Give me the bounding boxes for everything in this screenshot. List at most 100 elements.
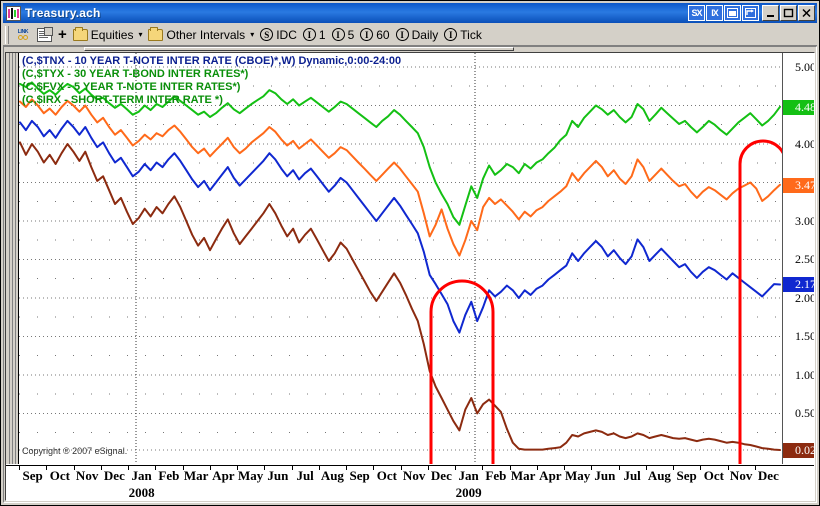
- idc-label: IDC: [276, 27, 297, 42]
- date-axis-month: Sep: [349, 468, 370, 483]
- link-button[interactable]: LINK: [12, 25, 34, 45]
- circle-i-icon: I: [360, 28, 374, 41]
- date-axis-tick: [400, 466, 402, 470]
- date-axis-tick: [645, 466, 647, 470]
- price-tag-tnx: 3.470: [783, 177, 814, 193]
- price-axis-tick: 5.000: [795, 60, 814, 74]
- date-axis-tick: [536, 466, 538, 470]
- date-axis-month: Apr: [212, 468, 235, 483]
- other-intervals-dropdown[interactable]: Other Intervals ▾: [145, 25, 257, 45]
- chart-candlestick-icon: [6, 5, 21, 21]
- date-axis-tick: [754, 466, 756, 470]
- ix-button[interactable]: IX: [706, 5, 723, 21]
- date-axis-tick: [564, 466, 565, 470]
- date-axis-tick: [100, 466, 102, 470]
- date-axis-month: Dec: [757, 468, 779, 483]
- price-tag-irx: 0.025: [783, 443, 814, 458]
- date-axis-month: May: [564, 468, 591, 483]
- interval-5-button[interactable]: I 5: [329, 25, 358, 45]
- idc-button[interactable]: S IDC: [257, 25, 300, 45]
- highlight-oval-left: [429, 279, 495, 464]
- date-axis-month: Oct: [703, 468, 724, 483]
- price-axis-tick: 4.000: [795, 136, 814, 151]
- date-axis-year: 2009: [455, 485, 482, 500]
- equities-label: Equities: [90, 27, 134, 42]
- interval-60-label: 60: [376, 27, 390, 42]
- date-axis-month: Jun: [594, 468, 616, 483]
- price-axis[interactable]: 5.000 4.000 3.000 2.500 2.000 1.500 1.000 0.500…: [782, 53, 814, 464]
- date-axis-month: Mar: [510, 468, 536, 483]
- window-title: Treasury.ach: [25, 6, 101, 20]
- chart-svg: [19, 53, 782, 464]
- chevron-down-icon: ▾: [250, 30, 255, 39]
- price-tag-fvx: 2.175: [783, 277, 814, 293]
- date-axis-month: Aug: [320, 468, 344, 483]
- interval-daily-button[interactable]: I Daily: [393, 25, 442, 45]
- price-tag-tyx: 4.483: [783, 99, 814, 115]
- date-axis-month: Feb: [158, 468, 180, 483]
- date-axis-tick: [346, 466, 347, 470]
- toolbar-grip[interactable]: [5, 25, 9, 44]
- date-axis-month: Oct: [376, 468, 397, 483]
- title-bar: Treasury.ach SX IX: [3, 3, 817, 23]
- date-axis-month: Nov: [402, 468, 426, 483]
- date-axis-month: Oct: [49, 468, 70, 483]
- interval-1-button[interactable]: I 1: [300, 25, 329, 45]
- date-axis-tick: [618, 466, 620, 470]
- add-button[interactable]: +: [55, 25, 70, 45]
- date-axis-tick: [73, 466, 75, 470]
- date-axis-tick: [237, 466, 238, 470]
- date-axis-month: Jun: [267, 468, 289, 483]
- price-axis-tick: 2.500: [795, 252, 814, 267]
- date-axis-month: Jul: [296, 468, 314, 483]
- circle-i-icon: I: [444, 28, 458, 41]
- date-axis-tick: [209, 466, 211, 470]
- cascade-icon[interactable]: [742, 5, 759, 21]
- sx-button[interactable]: SX: [688, 5, 705, 21]
- chart-left-rail: [6, 53, 19, 464]
- date-axis-month: Nov: [75, 468, 99, 483]
- price-axis-tick: 1.000: [795, 367, 814, 382]
- restore-icon[interactable]: [724, 5, 741, 21]
- date-axis-tick: [727, 466, 729, 470]
- date-axis-tick: [264, 466, 266, 470]
- date-axis[interactable]: Sep Oct Nov Dec Jan Feb Mar Apr May Jun Jul Aug Sep O…: [6, 465, 814, 500]
- circle-i-icon: I: [395, 28, 409, 41]
- price-axis-tick: 0.500: [795, 406, 814, 421]
- circle-i-icon: I: [331, 28, 345, 41]
- date-axis-tick: [182, 466, 184, 470]
- interval-5-label: 5: [347, 27, 355, 42]
- date-axis-month: Aug: [647, 468, 671, 483]
- equities-dropdown[interactable]: Equities ▾: [70, 25, 146, 45]
- date-axis-month: Nov: [729, 468, 753, 483]
- date-axis-tick: [482, 466, 484, 470]
- other-intervals-label: Other Intervals: [166, 27, 246, 42]
- price-axis-tick: 1.500: [795, 329, 814, 344]
- date-axis-tick: [700, 466, 702, 470]
- chart-tab[interactable]: [84, 47, 514, 51]
- interval-60-button[interactable]: I 60: [357, 25, 392, 45]
- properties-button[interactable]: [34, 25, 55, 45]
- maximize-button[interactable]: [780, 5, 797, 21]
- copyright-notice: Copyright ® 2007 eSignal.: [22, 446, 128, 456]
- date-axis-tick: [155, 466, 157, 470]
- close-button[interactable]: [798, 5, 815, 21]
- date-axis-tick: [427, 466, 429, 470]
- date-axis-tick: [318, 466, 320, 470]
- date-axis-month: Dec: [430, 468, 452, 483]
- date-axis-month: Sep: [22, 468, 43, 483]
- interval-1-label: 1: [318, 27, 326, 42]
- toolbar: LINK + Equities ▾ Other Intervals ▾ S ID…: [3, 24, 817, 46]
- date-axis-month: Sep: [676, 468, 697, 483]
- link-icon: LINK: [15, 27, 31, 42]
- interval-tick-button[interactable]: I Tick: [441, 25, 485, 45]
- minimize-button[interactable]: [762, 5, 779, 21]
- date-axis-month: Jan: [458, 468, 479, 483]
- date-axis-tick: [291, 466, 293, 470]
- price-axis-tick: 3.000: [795, 213, 814, 228]
- plot-area[interactable]: [19, 53, 782, 464]
- price-axis-tick: 2.000: [795, 290, 814, 305]
- plus-icon: +: [58, 26, 67, 43]
- circle-i-icon: I: [302, 28, 316, 41]
- chart-panel[interactable]: (C,$TNX - 10 YEAR T-NOTE INTER RATE (CBO…: [5, 52, 815, 501]
